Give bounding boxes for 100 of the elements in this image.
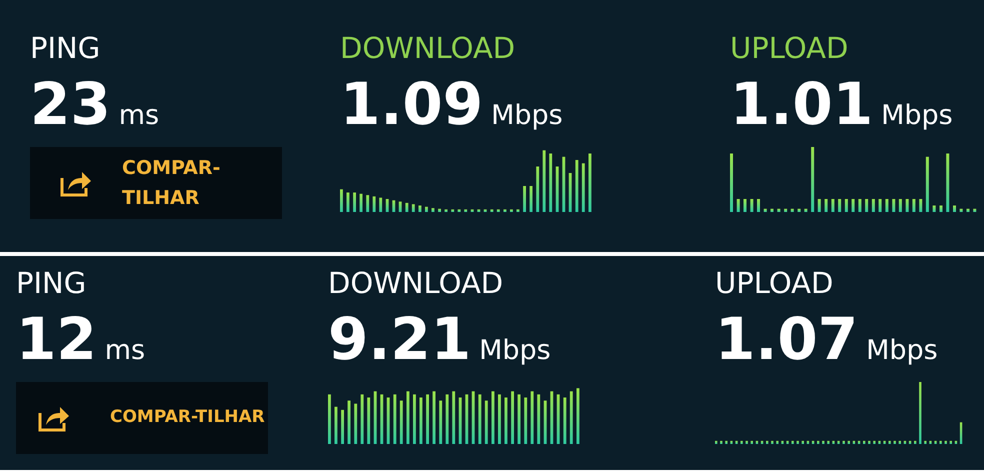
- speed-bar: [582, 162, 585, 212]
- speed-bar: [380, 394, 384, 444]
- speed-bar: [366, 194, 370, 212]
- speed-bar: [715, 440, 718, 444]
- speed-bar: [568, 172, 572, 212]
- speed-bar: [760, 440, 764, 444]
- speed-bar: [858, 440, 860, 444]
- speed-bar: [929, 440, 932, 444]
- speed-bar: [360, 394, 364, 444]
- speed-bar: [832, 440, 835, 444]
- metric-unit: Mbps: [479, 334, 551, 368]
- speed-bar: [776, 440, 778, 444]
- speed-bar: [556, 166, 559, 212]
- speed-bar: [439, 400, 442, 444]
- speed-bar: [530, 390, 534, 444]
- speed-bar: [960, 208, 963, 212]
- speed-bar: [954, 440, 958, 444]
- speed-bar: [524, 397, 528, 444]
- speed-bar: [393, 394, 396, 444]
- speed-bar: [757, 198, 760, 212]
- speed-bar: [420, 397, 422, 444]
- metric-label: PING: [30, 30, 102, 66]
- speed-bar: [770, 208, 774, 212]
- speed-bar: [392, 200, 396, 212]
- speed-bar: [412, 204, 415, 212]
- speed-bar: [844, 198, 848, 212]
- speed-bar: [340, 188, 343, 212]
- speed-bar: [446, 394, 449, 444]
- speed-bar: [484, 208, 487, 212]
- speed-bar: [549, 153, 552, 212]
- speed-bar: [966, 208, 970, 212]
- speed-bar: [346, 192, 350, 212]
- speed-bar: [490, 208, 494, 212]
- speed-bar: [736, 198, 740, 212]
- speed-bar: [744, 198, 746, 212]
- speed-bar: [406, 390, 410, 444]
- speed-bar: [838, 198, 842, 212]
- speed-bar: [477, 208, 480, 212]
- speed-bar: [496, 208, 500, 212]
- speed-bar: [950, 440, 952, 444]
- speed-bar: [542, 150, 546, 212]
- speed-bar: [400, 400, 403, 444]
- speed-bar: [537, 394, 540, 444]
- metric-label: DOWNLOAD: [328, 265, 504, 301]
- speed-bar: [418, 205, 422, 212]
- speed-bar: [386, 397, 390, 444]
- speed-bar: [730, 440, 733, 444]
- speed-bar: [831, 198, 834, 212]
- speed-bar: [438, 208, 441, 212]
- speed-bar: [908, 440, 912, 444]
- speed-bar: [822, 440, 824, 444]
- metric-unit: Mbps: [866, 334, 938, 368]
- speed-bar: [523, 186, 526, 212]
- metric-unit: ms: [118, 99, 160, 133]
- speed-bar: [405, 202, 408, 212]
- speed-bar: [946, 153, 950, 212]
- speed-bar: [458, 208, 461, 212]
- speed-bar: [444, 208, 448, 212]
- share-button[interactable]: COMPAR-TILHAR: [16, 382, 268, 454]
- speed-bar: [348, 400, 350, 444]
- speed-bar: [379, 197, 382, 212]
- speed-bar: [367, 397, 370, 444]
- metric-label: UPLOAD: [715, 265, 834, 301]
- speed-bar: [894, 440, 896, 444]
- speed-bar: [842, 440, 845, 444]
- speed-bar: [478, 394, 482, 444]
- speed-bar: [888, 440, 891, 444]
- speed-bar: [784, 208, 788, 212]
- speed-bar: [510, 208, 513, 212]
- speed-bar: [550, 390, 554, 444]
- speed-bar: [354, 403, 358, 444]
- speed-bar: [812, 440, 814, 444]
- speed-bar: [518, 394, 520, 444]
- speed-bar: [472, 390, 475, 444]
- speed-bar: [530, 186, 532, 212]
- speed-bar: [781, 440, 784, 444]
- speed-bar: [398, 201, 402, 212]
- metric-value: 12: [16, 307, 97, 371]
- metric-value: 1.07: [715, 307, 858, 371]
- speed-bar: [756, 440, 758, 444]
- speed-bar: [334, 406, 338, 444]
- speed-bar: [556, 394, 560, 444]
- speed-bar: [804, 208, 808, 212]
- speed-bar: [865, 198, 868, 212]
- speed-bar: [873, 440, 876, 444]
- speed-bar: [806, 440, 810, 444]
- speed-bar: [544, 400, 547, 444]
- speed-bar: [906, 198, 909, 212]
- share-button[interactable]: COMPAR-TILHAR: [30, 146, 282, 218]
- speed-bar: [563, 397, 566, 444]
- speed-bar: [746, 440, 748, 444]
- speed-bar: [960, 422, 962, 444]
- speed-bar: [827, 440, 830, 444]
- speed-bar: [576, 388, 580, 444]
- speed-bar: [725, 440, 728, 444]
- speed-bar: [919, 382, 922, 444]
- speed-bar: [796, 440, 799, 444]
- speed-bar: [750, 198, 754, 212]
- speed-bar: [750, 440, 753, 444]
- speed-bar: [575, 160, 578, 212]
